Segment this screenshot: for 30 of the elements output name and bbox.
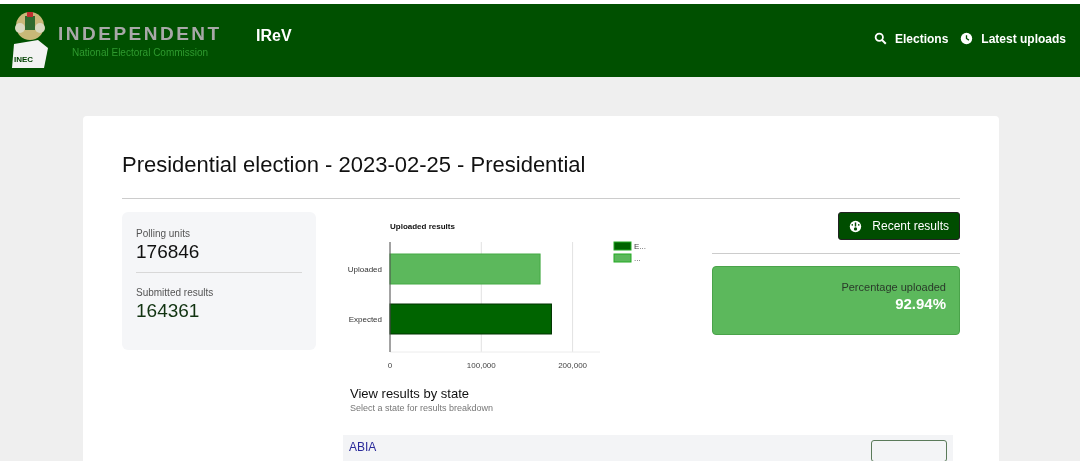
legend-label: E... — [634, 242, 646, 251]
stat-value: 164361 — [136, 300, 201, 322]
clock-icon — [960, 32, 974, 45]
brand-name: INDEPENDENT — [58, 23, 223, 45]
state-button[interactable] — [871, 440, 947, 461]
chart-title: Uploaded results — [390, 222, 455, 231]
logo-text: INEC — [14, 54, 34, 64]
app-name-link[interactable]: IReV — [256, 26, 292, 45]
tick-label: 100,000 — [466, 361, 496, 370]
nav-link[interactable]: Elections — [873, 31, 949, 46]
percentage-label: Percentage uploaded — [841, 281, 946, 293]
section-heading: View results by state — [350, 386, 470, 401]
gauge-icon — [849, 219, 863, 233]
axis-label: Expected — [348, 315, 382, 324]
stat-label: Polling units — [136, 228, 191, 239]
legend-label: ... — [634, 254, 641, 263]
recent-results-button[interactable]: Recent results — [838, 212, 960, 240]
search-icon — [873, 32, 887, 45]
state-name: ABIA — [349, 440, 377, 454]
tick-label: 200,000 — [558, 361, 588, 370]
tick-label: 0 — [387, 361, 393, 370]
page-title: Presidential election - 2023-02-25 - Presidential — [122, 152, 587, 178]
percentage-value: 92.94% — [895, 295, 946, 312]
section-subheading: Select a state for results breakdown — [350, 403, 495, 413]
stat-value: 176846 — [136, 241, 201, 263]
state-row[interactable]: ABIA — [343, 435, 953, 461]
stat-label: Submitted results — [136, 287, 215, 298]
axis-label: Uploaded — [347, 265, 382, 274]
nav-link[interactable]: Latest uploads — [960, 31, 1066, 46]
brand-subtitle: National Electoral Commission — [72, 47, 210, 58]
